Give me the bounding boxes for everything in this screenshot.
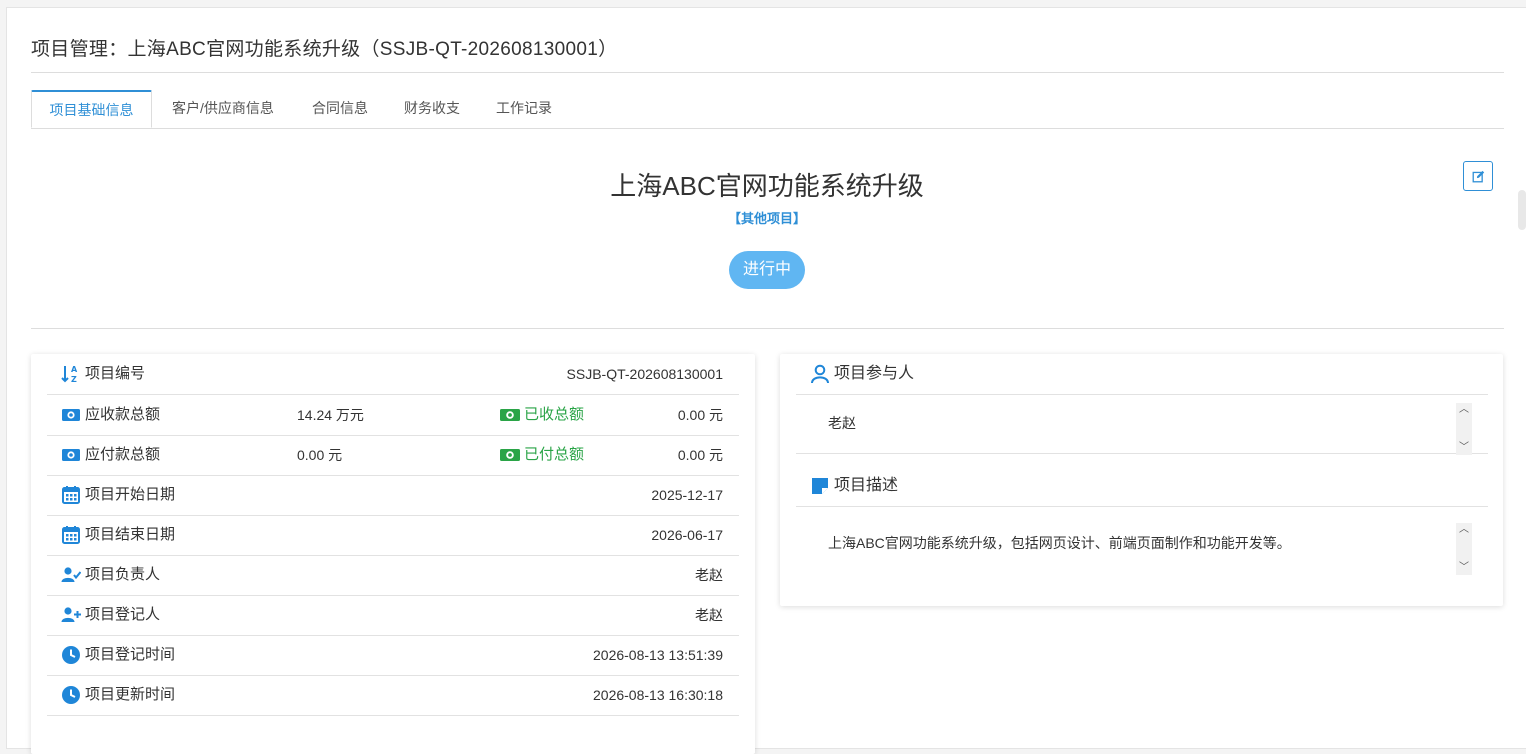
info-row-receivable: 应收款总额 14.24 万元 已收总额 0.00 元 [47, 395, 739, 436]
info-row-owner: 项目负责人 老赵 [47, 555, 739, 596]
chevron-up-icon[interactable]: ︿ [1456, 403, 1472, 417]
info-row-payable: 应付款总额 0.00 元 已付总额 0.00 元 [47, 435, 739, 476]
info-row-code: A Z 项目编号 SSJB-QT-202608130001 [47, 354, 739, 395]
info-label: 项目负责人 [85, 566, 161, 583]
updated-at-value: 2026-08-13 16:30:18 [593, 687, 723, 703]
info-row-updated-at: 项目更新时间 2026-08-13 16:30:18 [47, 675, 739, 716]
project-info-card: A Z 项目编号 SSJB-QT-202608130001 应收款总额 14.2… [31, 354, 755, 754]
received-value: 0.00 元 [677, 407, 723, 423]
info-label: 应收款总额 [85, 406, 161, 423]
svg-text:Z: Z [71, 375, 77, 384]
status-badge: 进行中 [729, 251, 805, 289]
money-icon [62, 409, 80, 421]
paid-value: 0.00 元 [677, 447, 723, 463]
info-label: 项目开始日期 [85, 486, 176, 503]
divider [31, 72, 1504, 73]
info-row-registrar: 项目登记人 老赵 [47, 595, 739, 636]
page-scrollbar[interactable] [1518, 190, 1526, 230]
description-label: 项目描述 [834, 477, 899, 494]
info-label: 应付款总额 [85, 446, 161, 463]
user-icon [811, 364, 829, 384]
paid-label: 已付总额 [524, 446, 585, 463]
registrar-value: 老赵 [695, 607, 723, 623]
project-name: 上海ABC官网功能系统升级 [610, 171, 924, 201]
receivable-value: 14.24 万元 [297, 407, 364, 423]
divider [31, 328, 1504, 329]
calendar-icon [62, 526, 80, 544]
info-label: 项目编号 [85, 365, 146, 382]
info-label: 项目更新时间 [85, 686, 176, 703]
participants-body: 老赵 ︿ ﹀ [796, 395, 1488, 455]
owner-value: 老赵 [695, 567, 723, 583]
money-icon [500, 449, 520, 461]
main-panel: 项目管理：上海ABC官网功能系统升级（SSJB-QT-202608130001）… [6, 7, 1526, 754]
tab-contract[interactable]: 合同信息 [301, 90, 379, 127]
tab-customer-supplier[interactable]: 客户/供应商信息 [159, 90, 287, 127]
edit-button[interactable] [1463, 161, 1493, 191]
tab-basic-info[interactable]: 项目基础信息 [31, 90, 152, 128]
payable-value: 0.00 元 [297, 447, 343, 463]
user-check-icon [61, 567, 81, 582]
money-icon [62, 449, 80, 461]
description-value: 上海ABC官网功能系统升级，包括网页设计、前端页面制作和功能开发等。 [828, 535, 1291, 551]
tab-work-log[interactable]: 工作记录 [485, 90, 563, 127]
info-row-end-date: 项目结束日期 2026-06-17 [47, 515, 739, 556]
project-type[interactable]: 【其他项目】 [7, 208, 1526, 227]
user-plus-icon [61, 607, 81, 622]
registered-at-value: 2026-08-13 13:51:39 [593, 647, 723, 663]
description-scrollbar[interactable]: ︿ ﹀ [1456, 523, 1472, 575]
end-date-value: 2026-06-17 [651, 527, 723, 543]
info-row-registered-at: 项目登记时间 2026-08-13 13:51:39 [47, 635, 739, 676]
clock-icon [62, 646, 80, 664]
participants-label: 项目参与人 [834, 365, 915, 382]
info-row-start-date: 项目开始日期 2025-12-17 [47, 475, 739, 516]
clock-icon [62, 686, 80, 704]
info-label: 项目登记时间 [85, 646, 176, 663]
sort-alpha-icon: A Z [61, 365, 78, 384]
participants-value: 老赵 [828, 415, 856, 431]
chevron-down-icon[interactable]: ﹀ [1456, 441, 1472, 455]
project-code-value: SSJB-QT-202608130001 [566, 366, 723, 382]
info-label: 项目结束日期 [85, 526, 176, 543]
page-title: 项目管理：上海ABC官网功能系统升级（SSJB-QT-202608130001） [31, 39, 618, 60]
participants-header: 项目参与人 [796, 354, 1488, 395]
received-label: 已收总额 [524, 406, 585, 423]
edit-icon [1472, 170, 1484, 182]
calendar-icon [62, 486, 80, 504]
description-header: 项目描述 [796, 466, 1488, 507]
chevron-down-icon[interactable]: ﹀ [1456, 561, 1472, 575]
participants-card: 项目参与人 老赵 ︿ ﹀ 项目描述 上海ABC官网功能系统升级，包括网页设计、前… [780, 354, 1503, 606]
tab-bar: 项目基础信息 客户/供应商信息 合同信息 财务收支 工作记录 [31, 90, 1504, 129]
description-body: 上海ABC官网功能系统升级，包括网页设计、前端页面制作和功能开发等。 ︿ ﹀ [796, 507, 1488, 587]
participants-scrollbar[interactable]: ︿ ﹀ [1456, 403, 1472, 455]
info-label: 项目登记人 [85, 606, 161, 623]
sticky-note-icon [812, 478, 828, 494]
svg-text:A: A [71, 365, 78, 374]
money-icon [500, 409, 520, 421]
start-date-value: 2025-12-17 [651, 487, 723, 503]
tab-finance[interactable]: 财务收支 [393, 90, 471, 127]
chevron-up-icon[interactable]: ︿ [1456, 523, 1472, 537]
